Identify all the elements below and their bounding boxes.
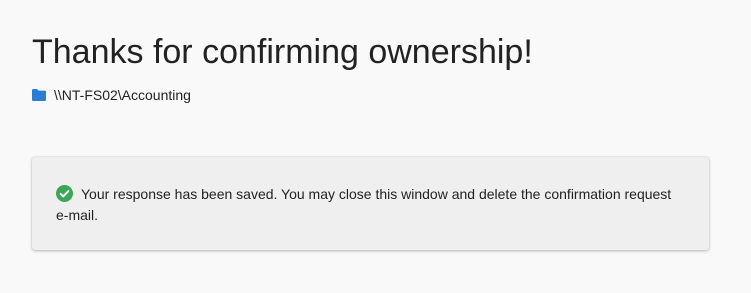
folder-icon: [32, 89, 46, 101]
confirmation-notice: Your response has been saved. You may cl…: [32, 157, 709, 250]
share-path-row: \\NT-FS02\Accounting: [32, 86, 191, 104]
share-path: \\NT-FS02\Accounting: [54, 87, 191, 103]
notice-message: Your response has been saved. You may cl…: [56, 186, 672, 223]
page-title: Thanks for confirming ownership!: [32, 33, 533, 71]
